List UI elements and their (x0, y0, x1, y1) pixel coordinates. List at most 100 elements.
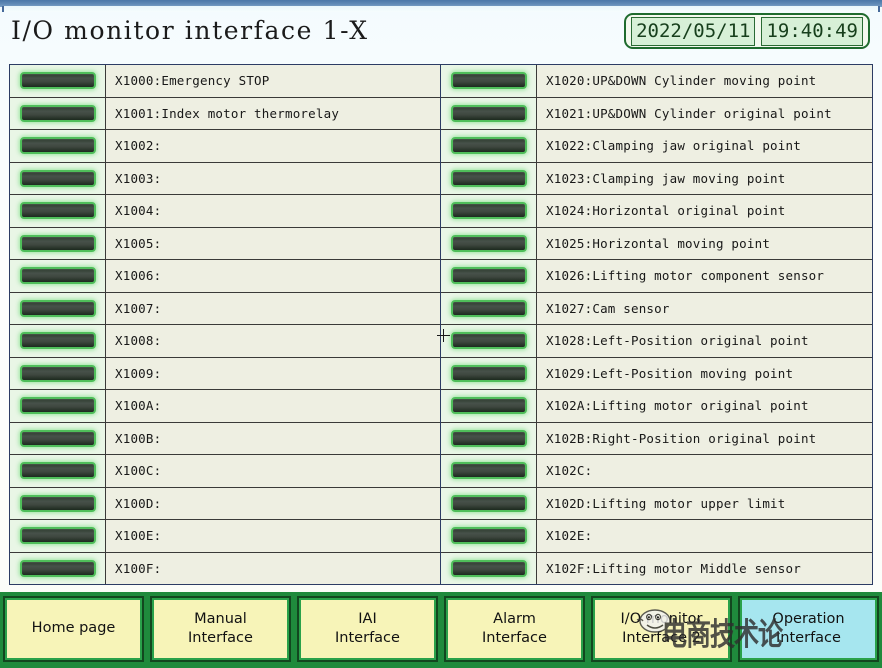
indicator-lamp-off-icon (451, 430, 527, 447)
io-signal-label: X102A:Lifting motor original point (546, 398, 809, 413)
io-label-cell: X1029:Left-Position moving point (537, 358, 872, 390)
io-signal-label: X102B:Right-Position original point (546, 431, 816, 446)
io-signal-label: X1027:Cam sensor (546, 301, 670, 316)
io-row: X100A: (10, 390, 440, 423)
io-lamp-cell (10, 488, 106, 520)
io-signal-label: X1005: (115, 236, 161, 251)
io-row: X1005: (10, 228, 440, 261)
io-row: X1008: (10, 325, 440, 358)
io-signal-label: X100C: (115, 463, 161, 478)
nav-button-label-line2: Interface (335, 629, 400, 648)
io-label-cell: X102C: (537, 455, 872, 487)
io-row: X102C: (441, 455, 872, 488)
io-label-cell: X1022:Clamping jaw original point (537, 130, 872, 162)
nav-button-manual-interface[interactable]: ManualInterface (150, 596, 291, 662)
io-lamp-cell (10, 65, 106, 97)
io-label-cell: X1026:Lifting motor component sensor (537, 260, 872, 292)
io-signal-label: X1028:Left-Position original point (546, 333, 809, 348)
io-label-cell: X1008: (106, 325, 440, 357)
indicator-lamp-off-icon (20, 365, 96, 382)
time-value: 19:40:49 (761, 17, 863, 46)
io-label-cell: X100E: (106, 520, 440, 552)
nav-button-label-line2: Interface 2 (622, 629, 701, 648)
io-signal-label: X102D:Lifting motor upper limit (546, 496, 786, 511)
io-lamp-cell (10, 195, 106, 227)
indicator-lamp-off-icon (20, 462, 96, 479)
io-label-cell: X1003: (106, 163, 440, 195)
io-label-cell: X102D:Lifting motor upper limit (537, 488, 872, 520)
io-row: X1000:Emergency STOP (10, 65, 440, 98)
io-label-cell: X100A: (106, 390, 440, 422)
io-lamp-cell (441, 325, 537, 357)
io-lamp-cell (10, 553, 106, 585)
io-row: X100C: (10, 455, 440, 488)
indicator-lamp-off-icon (451, 560, 527, 577)
io-signal-label: X100B: (115, 431, 161, 446)
io-row: X102A:Lifting motor original point (441, 390, 872, 423)
io-row: X1003: (10, 163, 440, 196)
io-lamp-cell (441, 423, 537, 455)
io-lamp-cell (10, 228, 106, 260)
io-row: X1029:Left-Position moving point (441, 358, 872, 391)
io-lamp-cell (441, 65, 537, 97)
io-lamp-cell (10, 455, 106, 487)
io-signal-label: X102C: (546, 463, 592, 478)
indicator-lamp-off-icon (20, 560, 96, 577)
io-lamp-cell (441, 228, 537, 260)
header: I/O monitor interface 1-X 2022/05/11 19:… (0, 10, 882, 58)
io-label-cell: X1004: (106, 195, 440, 227)
io-label-cell: X100C: (106, 455, 440, 487)
io-lamp-cell (441, 260, 537, 292)
io-lamp-cell (441, 358, 537, 390)
nav-button-i-o-monitor-interface-2[interactable]: I/O monitorInterface 2 (591, 596, 732, 662)
io-signal-label: X100A: (115, 398, 161, 413)
io-label-cell: X100D: (106, 488, 440, 520)
io-monitor-table: X1000:Emergency STOP X1001:Index motor th… (9, 64, 873, 585)
io-label-cell: X1021:UP&DOWN Cylinder original point (537, 98, 872, 130)
nav-button-alarm-interface[interactable]: AlarmInterface (444, 596, 585, 662)
indicator-lamp-off-icon (451, 267, 527, 284)
indicator-lamp-off-icon (451, 235, 527, 252)
io-label-cell: X1020:UP&DOWN Cylinder moving point (537, 65, 872, 97)
io-signal-label: X1003: (115, 171, 161, 186)
io-signal-label: X1023:Clamping jaw moving point (546, 171, 786, 186)
io-row: X1025:Horizontal moving point (441, 228, 872, 261)
indicator-lamp-off-icon (20, 495, 96, 512)
io-label-cell: X1023:Clamping jaw moving point (537, 163, 872, 195)
io-signal-label: X1001:Index motor thermorelay (115, 106, 339, 121)
navigation-button-bar: Home pageManualInterfaceIAIInterfaceAlar… (0, 592, 882, 668)
indicator-lamp-off-icon (451, 397, 527, 414)
io-signal-label: X1007: (115, 301, 161, 316)
io-label-cell: X1005: (106, 228, 440, 260)
io-label-cell: X1002: (106, 130, 440, 162)
io-signal-label: X102E: (546, 528, 592, 543)
io-label-cell: X1000:Emergency STOP (106, 65, 440, 97)
indicator-lamp-off-icon (451, 170, 527, 187)
indicator-lamp-off-icon (20, 170, 96, 187)
io-row: X1006: (10, 260, 440, 293)
io-signal-label: X1020:UP&DOWN Cylinder moving point (546, 73, 816, 88)
indicator-lamp-off-icon (20, 105, 96, 122)
nav-button-home-page[interactable]: Home page (3, 596, 144, 662)
io-row: X1026:Lifting motor component sensor (441, 260, 872, 293)
indicator-lamp-off-icon (451, 332, 527, 349)
io-lamp-cell (441, 98, 537, 130)
indicator-lamp-off-icon (20, 430, 96, 447)
io-signal-label: X1000:Emergency STOP (115, 73, 270, 88)
nav-button-iai-interface[interactable]: IAIInterface (297, 596, 438, 662)
io-label-cell: X100B: (106, 423, 440, 455)
nav-button-operation-interface[interactable]: OperationInterface (738, 596, 879, 662)
indicator-lamp-off-icon (451, 365, 527, 382)
io-lamp-cell (441, 553, 537, 585)
io-row: X1027:Cam sensor (441, 293, 872, 326)
io-signal-label: X1004: (115, 203, 161, 218)
io-lamp-cell (10, 325, 106, 357)
io-label-cell: X1001:Index motor thermorelay (106, 98, 440, 130)
nav-button-label-line1: Operation (772, 610, 844, 629)
io-lamp-cell (10, 98, 106, 130)
io-signal-label: X1021:UP&DOWN Cylinder original point (546, 106, 832, 121)
io-row: X1009: (10, 358, 440, 391)
indicator-lamp-off-icon (20, 300, 96, 317)
hmi-screen: I/O monitor interface 1-X 2022/05/11 19:… (0, 0, 882, 668)
io-row: X102F:Lifting motor Middle sensor (441, 553, 872, 585)
